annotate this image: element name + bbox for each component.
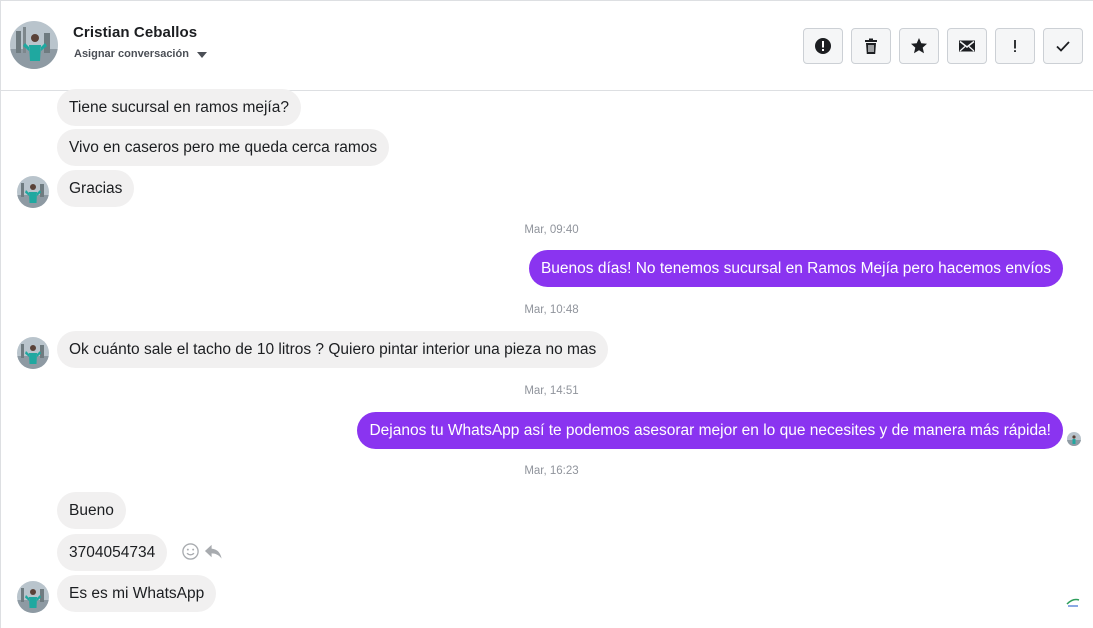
smiley-reaction-icon[interactable] [181,542,200,561]
contact-name: Cristian Ceballos [73,24,198,41]
mark-important-button[interactable] [995,28,1035,64]
incoming-message: Vivo en caseros pero me queda cerca ramo… [57,129,390,166]
incoming-message: Tiene sucursal en ramos mejía? [57,89,301,126]
star-button[interactable] [899,28,939,64]
incoming-message: Bueno [57,492,126,529]
exclamation-icon [1014,40,1016,52]
checkmark-icon [1056,41,1070,52]
message-thread: Tiene sucursal en ramos mejía? Vivo en c… [1,89,1093,628]
alert-circle-icon [815,38,831,54]
seen-indicator-avatar [1067,432,1081,446]
envelope-icon [959,40,975,52]
assign-conversation-dropdown[interactable]: Asignar conversación [74,48,207,60]
assign-conversation-label: Asignar conversación [74,48,189,60]
incoming-message: 3704054734 [57,534,168,571]
timestamp: Mar, 14:51 [524,385,579,397]
trash-icon [865,38,877,54]
contact-avatar[interactable] [10,21,58,69]
caret-down-icon [196,52,207,58]
mark-unread-button[interactable] [947,28,987,64]
mark-done-button[interactable] [1043,28,1083,64]
star-icon [911,38,927,54]
timestamp: Mar, 16:23 [524,465,579,477]
conversation-header: Cristian Ceballos Asignar conversación [1,1,1093,91]
outgoing-message: Dejanos tu WhatsApp así te podemos aseso… [357,412,1063,449]
contact-avatar-small [17,337,49,369]
timestamp: Mar, 09:40 [524,224,579,236]
incoming-message: Ok cuánto sale el tacho de 10 litros ? Q… [57,331,609,368]
outgoing-message: Buenos días! No tenemos sucursal en Ramo… [528,250,1063,287]
mark-spam-button[interactable] [803,28,843,64]
conversation-window: Cristian Ceballos Asignar conversación T… [0,0,1093,628]
timestamp: Mar, 10:48 [524,304,579,316]
conversation-actions [803,28,1083,64]
incoming-message: Gracias [57,170,135,207]
message-tools [181,542,223,561]
delete-button[interactable] [851,28,891,64]
brand-logo-icon [1066,598,1080,607]
contact-avatar-small [17,581,49,613]
reply-arrow-icon[interactable] [204,542,223,561]
incoming-message: Es es mi WhatsApp [57,575,217,612]
contact-avatar-small [17,176,49,208]
